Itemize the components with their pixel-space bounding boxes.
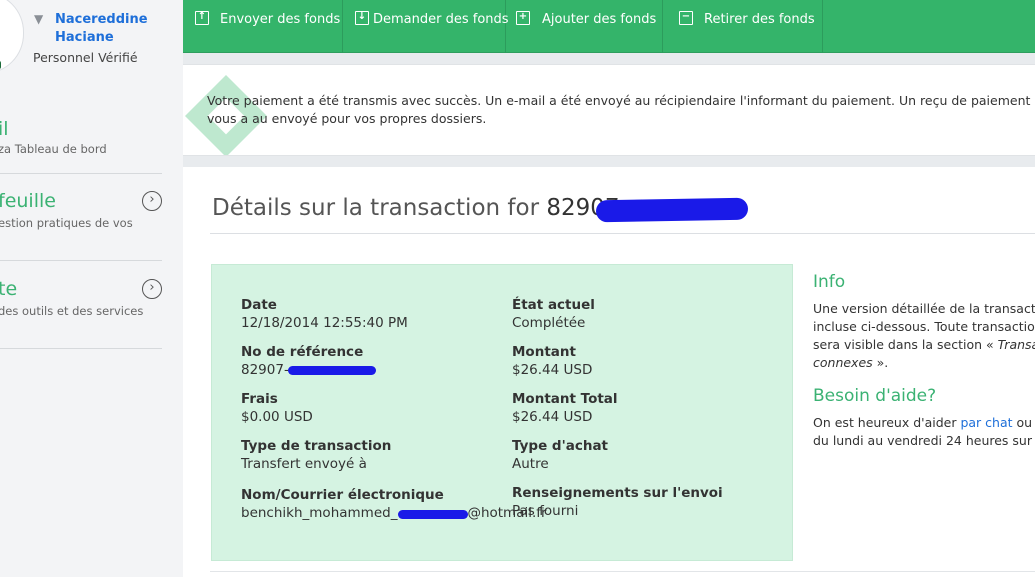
request-money-button[interactable]: ↓ Demander des fonds <box>343 0 509 53</box>
button-label: Demander des fonds <box>373 12 509 27</box>
minus-icon: − <box>679 11 693 25</box>
field-shipping-info: Renseignements sur l'envoi Pas fourni <box>512 484 782 521</box>
field-date: Date 12/18/2014 12:55:40 PM <box>241 296 501 333</box>
divider <box>210 233 1035 234</box>
chevron-right-icon[interactable]: › <box>142 191 162 211</box>
field-label: Type d'achat <box>512 438 609 454</box>
field-label: Renseignements sur l'envoi <box>512 485 723 501</box>
avatar[interactable] <box>0 0 24 74</box>
success-message: Votre paiement a été transmis avec succè… <box>207 93 1031 126</box>
sidebar-item-subtitle: estion pratiques de vos <box>0 216 133 230</box>
redaction-mark <box>398 510 468 519</box>
field-value: Autre <box>512 456 549 472</box>
sidebar-divider <box>0 260 162 261</box>
chevron-right-icon[interactable]: › <box>142 279 162 299</box>
transaction-details-panel: Date 12/18/2014 12:55:40 PM No de référe… <box>211 264 793 561</box>
field-label: Type de transaction <box>241 438 392 454</box>
field-transaction-type: Type de transaction Transfert envoyé à <box>241 437 501 474</box>
action-bar: ↑ Envoyer des fonds ↓ Demander des fonds… <box>183 0 1035 53</box>
sidebar: ▼ Nacereddine Haciane Personnel Vérifié … <box>0 0 183 577</box>
field-status: État actuel Complétée <box>512 296 772 333</box>
field-purchase-type: Type d'achat Autre <box>512 437 772 474</box>
info-panel: Info Une version détaillée de la transac… <box>813 272 1035 450</box>
user-name[interactable]: Nacereddine Haciane <box>55 11 175 47</box>
help-text: On est heureux d'aider par chat ou pa <box>813 415 1035 430</box>
field-label: État actuel <box>512 297 595 313</box>
chevron-down-icon[interactable]: ▼ <box>34 12 43 26</box>
field-fees: Frais $0.00 USD <box>241 390 501 427</box>
send-money-button[interactable]: ↑ Envoyer des fonds <box>183 0 343 53</box>
field-label: Frais <box>241 391 278 407</box>
sidebar-item-account[interactable]: te des outils et des services › <box>0 278 162 348</box>
field-value: Transfert envoyé à <box>241 456 367 472</box>
add-funds-button[interactable]: + Ajouter des fonds <box>506 0 663 53</box>
info-text: Une version détaillée de la transactio <box>813 301 1035 316</box>
user-status: Personnel Vérifié <box>33 50 138 65</box>
info-text: incluse ci-dessous. Toute transaction <box>813 319 1035 334</box>
field-value: Pas fourni <box>512 503 579 519</box>
sidebar-item-wallet[interactable]: feuille estion pratiques de vos › <box>0 190 162 260</box>
field-amount: Montant $26.44 USD <box>512 343 772 380</box>
sidebar-divider <box>0 348 162 349</box>
download-icon: ↓ <box>355 11 369 25</box>
field-label: Date <box>241 297 277 313</box>
success-banner: Votre paiement a été transmis avec succè… <box>183 64 1035 156</box>
sidebar-item-title: il <box>0 118 9 140</box>
sidebar-item-title: feuille <box>0 190 56 212</box>
field-label: Montant Total <box>512 391 618 407</box>
button-label: Envoyer des fonds <box>220 12 341 27</box>
sidebar-item-title: te <box>0 278 18 300</box>
sidebar-item-subtitle: des outils et des services <box>0 304 144 318</box>
divider <box>210 571 1035 572</box>
button-label: Ajouter des fonds <box>542 12 657 27</box>
field-total-amount: Montant Total $26.44 USD <box>512 390 772 427</box>
info-text: sera visible dans la section « Transacti <box>813 337 1035 352</box>
redaction-mark <box>595 197 749 223</box>
field-label: No de référence <box>241 344 364 360</box>
field-value: $0.00 USD <box>241 409 313 425</box>
page-title-text: Détails sur la transaction for <box>212 195 540 221</box>
help-text: du lundi au vendredi 24 heures sur 24 <box>813 433 1035 448</box>
sidebar-divider <box>0 173 162 174</box>
field-value: $26.44 USD <box>512 409 593 425</box>
email-prefix: benchikh_mohammed_ <box>241 505 398 521</box>
redaction-mark <box>288 366 376 375</box>
sidebar-item-dashboard[interactable]: il za Tableau de bord <box>0 118 162 174</box>
withdraw-funds-button[interactable]: − Retirer des fonds <box>663 0 823 53</box>
sidebar-item-subtitle: za Tableau de bord <box>0 142 107 156</box>
info-text: connexes ». <box>813 355 889 370</box>
button-label: Retirer des fonds <box>704 12 815 27</box>
page-title: Détails sur la transaction for 82907- <box>212 195 628 221</box>
field-value: 12/18/2014 12:55:40 PM <box>241 315 408 331</box>
upload-icon: ↑ <box>195 11 209 25</box>
avatar-figure-detail <box>0 61 1 69</box>
field-value: Complétée <box>512 315 586 331</box>
help-heading: Besoin d'aide? <box>813 386 937 406</box>
info-heading: Info <box>813 272 846 292</box>
field-label: Montant <box>512 344 576 360</box>
transaction-card: Détails sur la transaction for 82907- Da… <box>183 167 1035 577</box>
field-value: $26.44 USD <box>512 362 593 378</box>
plus-icon: + <box>516 11 530 25</box>
chat-link[interactable]: par chat <box>960 415 1012 430</box>
